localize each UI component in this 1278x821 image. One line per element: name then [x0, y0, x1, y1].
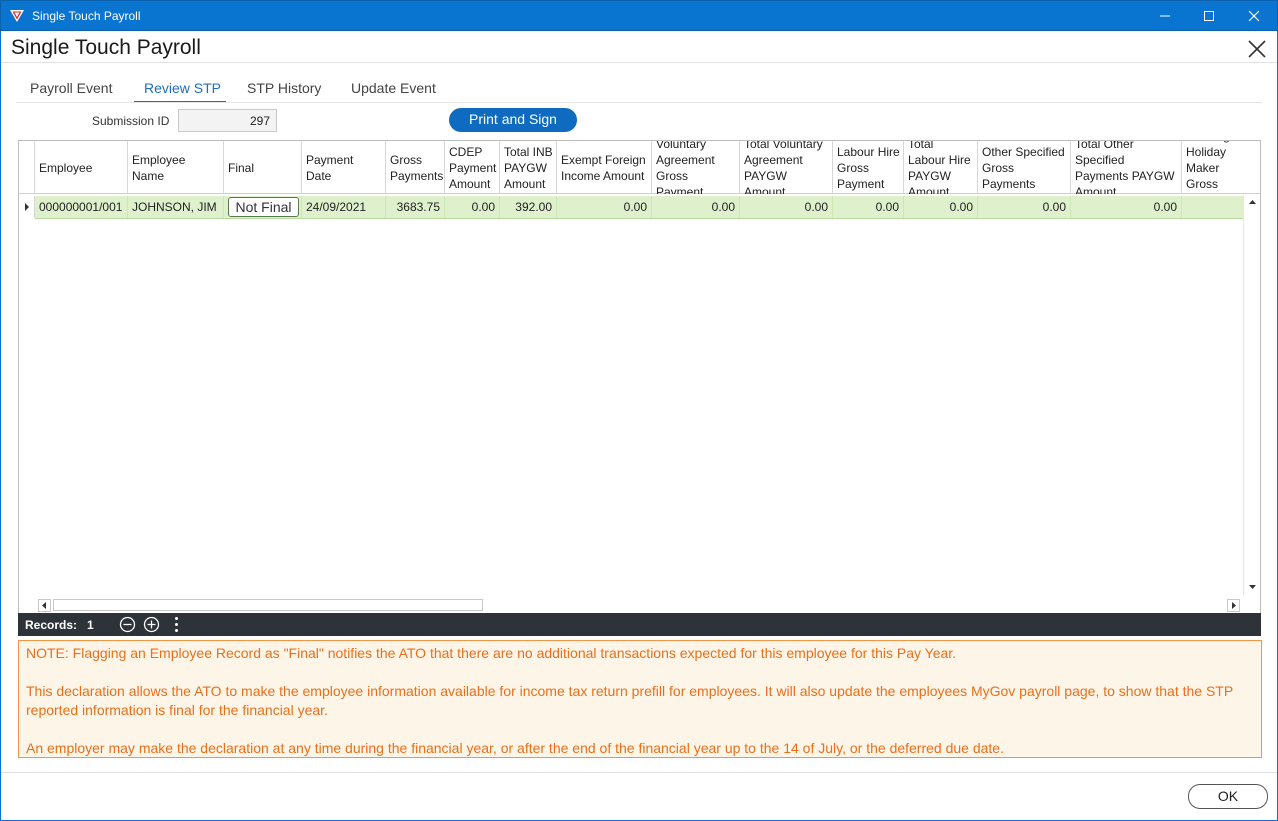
row-pointer-icon [25, 203, 29, 211]
minimize-icon [1160, 15, 1170, 17]
dialog-window: Single Touch Payroll Payroll Event Revie… [0, 31, 1278, 821]
column-header[interactable]: Exempt Foreign Income Amount [557, 141, 652, 194]
column-header[interactable]: CDEP Payment Amount [445, 141, 500, 194]
column-header[interactable]: Total Other Specified Payments PAYGW Amo… [1071, 141, 1182, 194]
cell-employee[interactable]: 000000001/001 [35, 196, 128, 218]
scroll-right-icon [1232, 602, 1236, 609]
cell-gross-payments[interactable]: 3683.75 [386, 196, 445, 218]
window-close-button[interactable] [1231, 1, 1277, 31]
cell-labour-gross[interactable]: 0.00 [833, 196, 904, 218]
app-logo-icon [10, 10, 24, 22]
records-count: 1 [87, 618, 94, 632]
note-paragraph: This declaration allows the ATO to make … [26, 683, 1233, 718]
stp-grid: Employee Employee Name Final Payment Dat… [18, 140, 1261, 614]
table-row[interactable]: 000000001/001 JOHNSON, JIM 24/09/2021 36… [19, 196, 1243, 218]
maximize-icon [1204, 11, 1214, 21]
scroll-up-icon[interactable] [1244, 196, 1261, 208]
add-record-icon[interactable] [143, 616, 160, 633]
row-selector[interactable] [19, 196, 35, 218]
note-paragraph: An employer may make the declaration at … [26, 740, 1004, 756]
scroll-down-icon[interactable] [1244, 581, 1261, 593]
column-header[interactable]: Employee Name [128, 141, 224, 194]
cell-exempt-foreign[interactable]: 0.00 [557, 196, 652, 218]
close-icon [1248, 10, 1260, 22]
grid-status-bar: Records: 1 [18, 613, 1261, 636]
header-scroll-corner [1243, 141, 1260, 194]
window-titlebar: Single Touch Payroll [0, 0, 1278, 31]
more-options-icon[interactable] [168, 616, 185, 633]
title-divider [1, 62, 1277, 63]
window-title: Single Touch Payroll [32, 9, 141, 23]
footer-divider [1, 772, 1277, 773]
cell-employee-name[interactable]: JOHNSON, JIM [128, 196, 224, 218]
dialog-close-button[interactable] [1245, 37, 1269, 61]
column-header[interactable]: Total Voluntary Agreement PAYGW Amount [740, 141, 833, 194]
row-selector-header [19, 141, 35, 194]
cell-voluntary-gross[interactable]: 0.00 [652, 196, 740, 218]
column-header[interactable]: Employee [35, 141, 128, 194]
cell-whm-gross[interactable] [1182, 196, 1243, 218]
tab-review-stp[interactable]: Review STP [134, 75, 226, 103]
scroll-left-icon [42, 602, 46, 609]
tab-stp-history[interactable]: STP History [247, 75, 321, 103]
column-header[interactable]: Working Holiday Maker Gross Payments [1182, 141, 1243, 194]
maximize-button[interactable] [1186, 1, 1232, 31]
dialog-title: Single Touch Payroll [11, 36, 201, 59]
minimize-button[interactable] [1142, 1, 1188, 31]
remove-record-icon[interactable] [119, 616, 136, 633]
cell-voluntary-paygw[interactable]: 0.00 [740, 196, 833, 218]
cell-cdep-amount[interactable]: 0.00 [445, 196, 500, 218]
horizontal-scrollbar[interactable] [35, 596, 1243, 613]
column-header[interactable]: Payment Date [302, 141, 386, 194]
column-header[interactable]: Final [224, 141, 302, 194]
scroll-left-button[interactable] [38, 599, 51, 612]
row-divider [35, 218, 1243, 219]
final-declaration-note: NOTE: Flagging an Employee Record as "Fi… [18, 640, 1262, 758]
scroll-right-button[interactable] [1227, 599, 1240, 612]
column-header[interactable]: Gross Payments [386, 141, 445, 194]
note-paragraph: NOTE: Flagging an Employee Record as "Fi… [26, 645, 957, 661]
tab-divider [16, 102, 1262, 103]
ok-button[interactable]: OK [1188, 784, 1268, 809]
cell-other-gross[interactable]: 0.00 [978, 196, 1071, 218]
horizontal-scroll-thumb[interactable] [53, 599, 483, 611]
records-label: Records: [25, 618, 78, 632]
column-header[interactable]: Total Labour Hire PAYGW Amount [904, 141, 978, 194]
tab-update-event[interactable]: Update Event [351, 75, 436, 103]
cell-inb-paygw[interactable]: 392.00 [500, 196, 557, 218]
cell-labour-paygw[interactable]: 0.00 [904, 196, 978, 218]
column-header[interactable]: Total INB PAYGW Amount [500, 141, 557, 194]
column-header[interactable]: Other Specified Gross Payments [978, 141, 1071, 194]
final-toggle-button[interactable]: Not Final [228, 197, 299, 217]
tab-payroll-event[interactable]: Payroll Event [30, 75, 112, 103]
print-and-sign-button[interactable]: Print and Sign [449, 108, 577, 132]
grid-header: Employee Employee Name Final Payment Dat… [19, 141, 1260, 194]
cell-payment-date[interactable]: 24/09/2021 [302, 196, 386, 218]
column-header[interactable]: Labour Hire Gross Payment [833, 141, 904, 194]
vertical-scrollbar[interactable] [1243, 195, 1260, 595]
cell-other-paygw[interactable]: 0.00 [1071, 196, 1182, 218]
close-icon [1248, 40, 1266, 58]
submission-id-field: 297 [178, 109, 277, 132]
column-header[interactable]: Voluntary Agreement Gross Payment [652, 141, 740, 194]
submission-id-label: Submission ID [92, 114, 170, 128]
